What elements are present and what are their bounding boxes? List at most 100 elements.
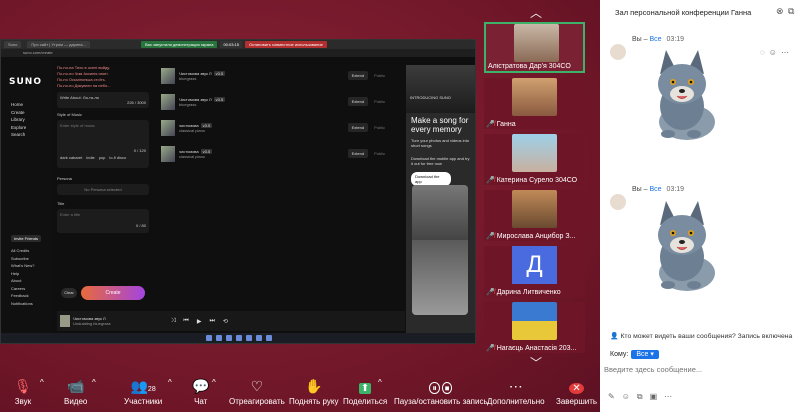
taskbar-icon[interactable] [206, 335, 212, 341]
promo-banner: INTRODUCING SUNO [406, 65, 475, 113]
privacy-notice[interactable]: 👤 Кто может видеть ваши сообщения? Запись… [610, 332, 792, 340]
nav-help[interactable]: Help [11, 270, 34, 278]
nav-credits[interactable]: All Credits [11, 247, 34, 255]
chevron-up-icon[interactable]: ^ [92, 378, 96, 387]
clear-button[interactable]: Clear [61, 288, 77, 298]
style-tag[interactable]: indie [86, 155, 94, 160]
wolf-image[interactable] [632, 195, 732, 295]
record-button[interactable]: ⏸ ⏹ Пауза/остановить запись [394, 376, 488, 406]
recipient[interactable]: Все [649, 186, 661, 193]
promo-video[interactable] [412, 185, 468, 315]
reply-icon[interactable]: ◌ [760, 48, 765, 57]
muted-mic-icon: 🎤̸ [486, 177, 495, 184]
emoji-icon[interactable]: ☺ [622, 392, 630, 402]
participant-tile[interactable]: Алістратова Дар'я 304СО [484, 22, 585, 73]
shuffle-icon[interactable]: ⤨ [171, 318, 176, 325]
more-icon[interactable]: ⋯ [781, 48, 789, 57]
nav-home[interactable]: Home [11, 101, 26, 109]
video-button[interactable]: 📹 Видео [64, 376, 87, 406]
suno-sidebar: SUNO Home Create Library Explore Search … [1, 57, 53, 335]
taskbar-icon[interactable] [236, 335, 242, 341]
os-taskbar [1, 333, 475, 343]
nav-about[interactable]: About [11, 277, 34, 285]
audio-button[interactable]: 🎙 Звук [14, 376, 32, 406]
public-toggle[interactable]: Public [374, 151, 385, 156]
lyrics-text[interactable]: По-по-на Тихо в оселі вийду. По-по-по Чи… [57, 65, 149, 89]
participant-tile[interactable]: 🎤̸ Мирослава Анцибор З... [484, 190, 585, 241]
wolf-image[interactable] [632, 44, 732, 144]
public-toggle[interactable]: Public [374, 125, 385, 130]
nav-whats-new[interactable]: What's New? [11, 262, 34, 270]
repeat-icon[interactable]: ⟲ [223, 318, 228, 325]
chevron-up-icon[interactable]: ^ [168, 378, 172, 387]
taskbar-icon[interactable] [256, 335, 262, 341]
next-icon[interactable]: ⏭ [209, 318, 214, 325]
react-icon[interactable]: ☺ [769, 48, 777, 57]
address-bar[interactable]: suno.com/create [1, 49, 475, 57]
song-row[interactable]: чистомова v3.5 classical piano Extend Publ… [161, 117, 389, 138]
chevron-up-icon[interactable]: ^ [212, 378, 216, 387]
chevron-up-icon[interactable]: ^ [378, 378, 382, 387]
scroll-up-icon[interactable]: ︿ [527, 4, 545, 21]
extend-button[interactable]: Extend [347, 123, 369, 132]
message-meta: Вы – Все 03:19 [632, 186, 684, 193]
nav-notifications[interactable]: Notifications [11, 300, 34, 308]
taskbar-icon[interactable] [246, 335, 252, 341]
extend-button[interactable]: Extend [347, 97, 369, 106]
participant-tile[interactable]: Д 🎤̸ Дарина Литвиченко [484, 246, 585, 297]
song-row[interactable]: Чистомова звук Лv3.5 bluegrass Extend Pub… [161, 91, 389, 112]
nav-subscribe[interactable]: Subscribe [11, 255, 34, 263]
previous-icon[interactable]: ⏮ [183, 318, 188, 325]
nav-search[interactable]: Search [11, 131, 26, 139]
style-input[interactable]: Enter style of music 0 / 120 dark cabare… [57, 120, 149, 168]
chat-message-input[interactable] [604, 362, 796, 377]
create-button[interactable]: Create [81, 286, 145, 300]
title-input[interactable]: Enter a title 0 / 80 [57, 209, 149, 233]
participant-tile[interactable]: 🎤̸ Катерина Сурело 304СО [484, 134, 585, 185]
taskbar-icon[interactable] [266, 335, 272, 341]
recipient[interactable]: Все [649, 36, 661, 43]
extend-button[interactable]: Extend [347, 71, 369, 80]
taskbar-icon[interactable] [226, 335, 232, 341]
participant-tile[interactable]: 🎤̸ Нагаєць Анастасія 203... [484, 302, 585, 353]
download-app-button[interactable]: Download the app [411, 172, 451, 186]
extend-button[interactable]: Extend [347, 149, 369, 158]
more-button[interactable]: ⋯ Дополнительно [487, 376, 545, 406]
stop-share-button[interactable]: Остановить совместное использование [245, 41, 327, 48]
browser-tab[interactable]: Про сайт | Утром — дарина... [27, 41, 90, 48]
scroll-down-icon[interactable]: ﹀ [527, 354, 545, 371]
more-icon[interactable]: ⋯ [664, 392, 672, 402]
song-row[interactable]: чистомова v3.5 classical piano Extend Publ… [161, 143, 389, 164]
participant-tile[interactable]: 🎤̸ Ганна [484, 78, 585, 129]
nav-careers[interactable]: Careers [11, 285, 34, 293]
nav-library[interactable]: Library [11, 116, 26, 124]
react-button[interactable]: ♡ Отреагировать [229, 376, 285, 406]
write-about-box[interactable]: Write About: Ла-та-ля 226 / 3000 [57, 92, 149, 108]
close-icon[interactable]: ⊗ [776, 6, 784, 17]
nav-feedback[interactable]: Feedback [11, 292, 34, 300]
chat-button[interactable]: 💬 Чат [192, 376, 209, 406]
browser-tab[interactable]: Suno [4, 41, 22, 48]
participants-button[interactable]: 👥28 Участники [124, 376, 162, 406]
persona-select[interactable]: No Persona selected [57, 184, 149, 195]
nav-explore[interactable]: Explore [11, 124, 26, 132]
style-tag[interactable]: dark cabaret [60, 155, 82, 160]
song-row[interactable]: Чистомова звук Лv3.5 bluegrass Extend Pub… [161, 65, 389, 86]
screenshot-icon[interactable]: ▣ [650, 392, 658, 402]
end-button[interactable]: ✕ Завершить [556, 376, 597, 406]
title-placeholder: Enter a title [60, 212, 81, 217]
style-tag[interactable]: pop [99, 155, 106, 160]
recipient-dropdown[interactable]: Все ▾ [631, 350, 659, 359]
public-toggle[interactable]: Public [374, 99, 385, 104]
taskbar-icon[interactable] [216, 335, 222, 341]
nav-create[interactable]: Create [11, 109, 26, 117]
play-icon[interactable]: ▶ [197, 318, 202, 325]
format-icon[interactable]: ✎ [608, 392, 615, 402]
popout-icon[interactable]: ⧉ [788, 6, 794, 17]
invite-friends-button[interactable]: Invite Friends [11, 235, 42, 242]
public-toggle[interactable]: Public [374, 73, 385, 78]
raise-hand-button[interactable]: ✋ Поднять руку [289, 376, 338, 406]
file-icon[interactable]: ⧉ [637, 392, 643, 402]
style-tag[interactable]: lo-fi disco [109, 155, 126, 160]
chevron-up-icon[interactable]: ^ [40, 378, 44, 387]
